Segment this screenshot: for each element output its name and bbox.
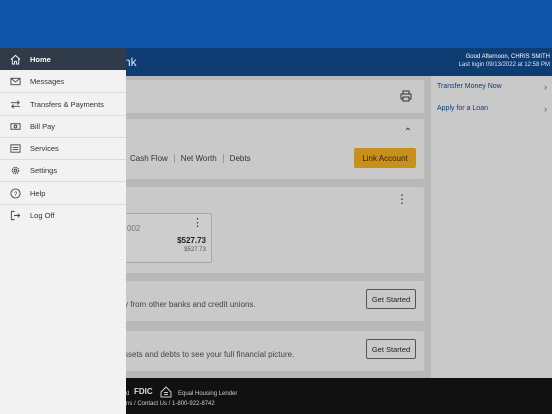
drawer-item-label: Bill Pay [30,121,56,131]
drawer-item-bill-pay[interactable]: Bill Pay [0,115,126,137]
financial-picture-card: ssets and debts to see your full financi… [80,331,424,371]
account-options-icon[interactable]: ⋮ [192,218,203,229]
gear-icon [0,165,30,176]
financial-picture-text: ssets and debts to see your full financi… [124,350,295,359]
fdic-logo: FDIC [134,387,153,396]
apply-loan-label: Apply for a Loan [437,105,488,112]
tab-debts[interactable]: Debts [224,154,257,163]
logout-icon [0,210,30,221]
equal-housing-text: Equal Housing Lender [178,391,238,397]
apply-loan-link[interactable]: Apply for a Loan › [437,104,551,114]
link-accounts-card: y from other banks and credit unions. Ge… [80,281,424,321]
get-started-link-button[interactable]: Get Started [366,289,416,309]
drawer-item-label: Services [30,143,59,153]
equal-housing-icon [160,386,172,398]
chevron-right-icon: › [544,82,547,92]
footer-links[interactable]: ns / Contact Us / 1-800-922-8742 [126,401,215,407]
more-options-icon[interactable]: ⋮ [396,193,408,205]
home-icon [0,54,30,65]
link-account-button[interactable]: Link Account [354,148,416,168]
greeting-block: Good Afternoon, CHRIS SMITH Last login 0… [459,53,550,69]
last-login-text: Last login 09/13/2022 at 12:58 PM [458,62,550,68]
drawer-item-label: Home [30,54,51,64]
get-started-picture-button[interactable]: Get Started [366,339,416,359]
drawer-item-messages[interactable]: Messages [0,70,126,92]
status-band [0,0,552,48]
accounts-card: ⋮ 002 ⋮ $527.73 $527.73 [80,187,424,273]
drawer-item-help[interactable]: ? Help [0,182,126,204]
account-balance: $527.73 [177,236,206,245]
transfer-money-link[interactable]: Transfer Money Now › [437,82,551,92]
transfer-money-label: Transfer Money Now [437,83,502,90]
envelope-icon [0,76,30,87]
drawer-item-label: Messages [30,76,65,86]
drawer-item-label: Settings [30,165,58,175]
help-icon: ? [0,187,30,199]
drawer-item-label: Transfers & Payments [30,99,104,109]
account-number: 002 [127,224,141,233]
tab-cash-flow[interactable]: Cash Flow [124,154,175,163]
drawer-item-services[interactable]: Services [0,137,126,159]
side-drawer: Home Messages Transfers & Payments Bill … [0,48,126,414]
svg-text:?: ? [13,190,17,197]
account-available-balance: $527.73 [184,247,206,253]
financial-overview-card: ⌃ Cash Flow Net Worth Debts Link Account [80,119,424,179]
tab-net-worth[interactable]: Net Worth [175,154,224,163]
drawer-item-home[interactable]: Home [0,48,126,70]
link-accounts-text: y from other banks and credit unions. [124,300,256,309]
account-tile[interactable]: 002 ⋮ $527.73 $527.73 [120,213,212,263]
drawer-item-log-off[interactable]: Log Off [0,204,126,226]
services-icon [0,143,30,154]
chevron-up-icon[interactable]: ⌃ [404,127,412,138]
printer-icon[interactable] [400,90,412,102]
drawer-item-settings[interactable]: Settings [0,159,126,181]
chevron-right-icon: › [544,104,547,114]
greeting-text: Good Afternoon, CHRIS SMITH [465,54,550,60]
quick-links-panel: Transfer Money Now › Apply for a Loan › [431,76,552,378]
financial-tabs: Cash Flow Net Worth Debts [124,154,257,163]
transfer-icon [0,99,30,110]
print-bar [80,80,424,113]
drawer-item-label: Help [30,188,46,198]
drawer-item-label: Log Off [30,210,55,220]
bill-icon [0,121,30,132]
drawer-item-transfers[interactable]: Transfers & Payments [0,93,126,115]
footer-fragment: d [126,391,130,397]
